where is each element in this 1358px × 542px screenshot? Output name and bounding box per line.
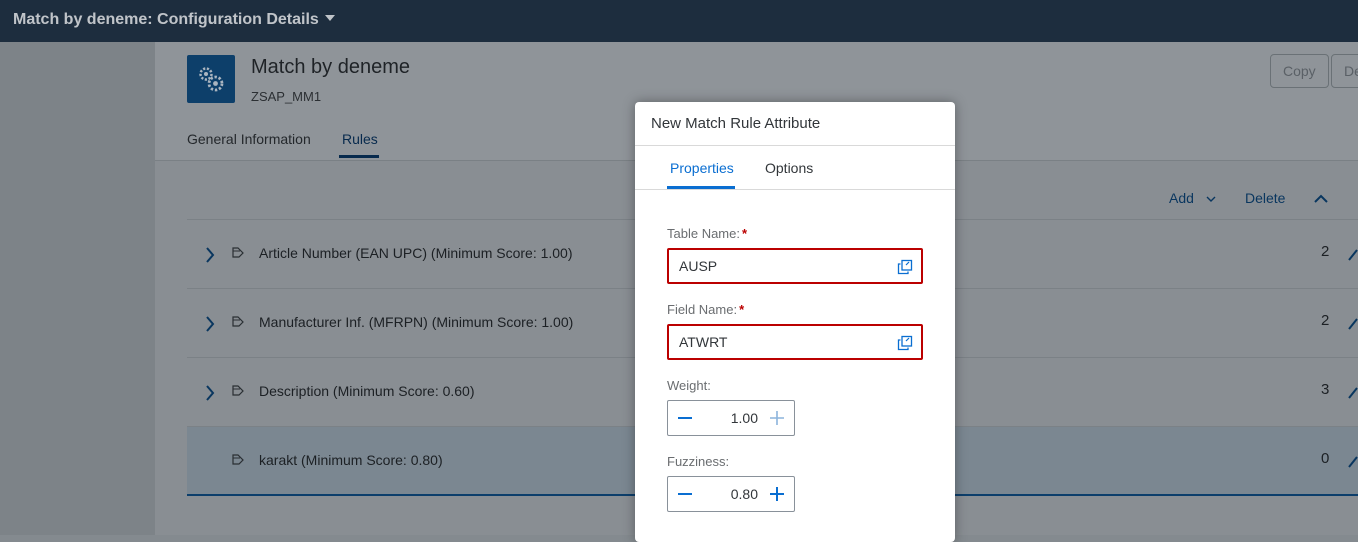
delete-button[interactable]: De — [1331, 54, 1358, 88]
field-name-input[interactable] — [679, 334, 879, 350]
rule-count: 3 — [1321, 381, 1330, 398]
fuzziness-label: Fuzziness: — [667, 454, 730, 469]
chevron-right-icon[interactable] — [205, 385, 215, 401]
tab-options[interactable]: Options — [765, 160, 813, 176]
shell-bar: Match by deneme: Configuration Details — [0, 0, 1358, 42]
rule-tag-icon — [232, 454, 244, 465]
table-name-label-text: Table Name: — [667, 226, 740, 241]
fuzziness-value[interactable]: 0.80 — [698, 486, 758, 502]
page-title: Match by deneme — [251, 56, 410, 78]
rule-count: 2 — [1321, 312, 1330, 329]
required-marker: * — [741, 226, 748, 241]
page-subtitle: ZSAP_MM1 — [251, 89, 322, 104]
field-name-label: Field Name: * — [667, 302, 744, 317]
settings-gears-icon — [187, 55, 235, 103]
copy-button[interactable]: Copy — [1270, 54, 1329, 88]
increment-icon[interactable] — [768, 409, 786, 427]
add-menu-button[interactable]: Add — [1169, 190, 1216, 206]
edit-icon[interactable] — [1347, 453, 1358, 469]
rule-label: Description (Minimum Score: 0.60) — [259, 383, 475, 399]
table-name-field[interactable] — [667, 248, 923, 284]
edit-icon[interactable] — [1347, 315, 1358, 331]
table-name-label: Table Name: * — [667, 226, 747, 241]
collapse-button[interactable] — [1313, 192, 1329, 208]
rule-tag-icon — [232, 316, 244, 327]
fuzziness-stepper: 0.80 — [667, 476, 795, 512]
increment-icon[interactable] — [768, 485, 786, 503]
chevron-right-icon[interactable] — [205, 247, 215, 263]
edit-icon[interactable] — [1347, 246, 1358, 262]
caret-down-icon — [324, 14, 335, 21]
delete-rule-button[interactable]: Delete — [1245, 190, 1285, 206]
rule-label: Article Number (EAN UPC) (Minimum Score:… — [259, 245, 573, 261]
dialog-header-divider — [635, 145, 955, 146]
table-name-input[interactable] — [679, 258, 879, 274]
decrement-icon[interactable] — [676, 409, 694, 427]
rule-tag-icon — [232, 385, 244, 396]
rule-count: 2 — [1321, 243, 1330, 260]
chevron-right-icon[interactable] — [205, 316, 215, 332]
tab-properties[interactable]: Properties — [670, 160, 734, 176]
field-name-label-text: Field Name: — [667, 302, 738, 317]
rule-label: Manufacturer Inf. (MFRPN) (Minimum Score… — [259, 314, 574, 330]
field-name-field[interactable] — [667, 324, 923, 360]
rule-tag-icon — [232, 247, 244, 258]
dialog-title: New Match Rule Attribute — [651, 115, 821, 132]
tab-general-information[interactable]: General Information — [187, 131, 311, 147]
rule-label: karakt (Minimum Score: 0.80) — [259, 452, 443, 468]
weight-stepper: 1.00 — [667, 400, 795, 436]
weight-label: Weight: — [667, 378, 711, 393]
edit-icon[interactable] — [1347, 384, 1358, 400]
value-help-icon[interactable] — [897, 335, 913, 351]
weight-value[interactable]: 1.00 — [698, 410, 758, 426]
chevron-up-icon — [1314, 194, 1328, 203]
tab-rules[interactable]: Rules — [342, 131, 378, 147]
shell-title-menu[interactable]: Match by deneme: Configuration Details — [13, 11, 335, 29]
required-marker: * — [739, 302, 745, 317]
rule-count: 0 — [1321, 450, 1330, 467]
chevron-down-icon — [1206, 196, 1216, 202]
add-label: Add — [1169, 190, 1194, 206]
value-help-icon[interactable] — [897, 259, 913, 275]
dialog-tabs-divider — [635, 189, 955, 190]
active-tab-indicator — [339, 155, 379, 158]
shell-title: Match by deneme: Configuration Details — [13, 11, 319, 28]
decrement-icon[interactable] — [676, 485, 694, 503]
new-match-rule-attribute-dialog: New Match Rule Attribute Properties Opti… — [635, 102, 955, 542]
